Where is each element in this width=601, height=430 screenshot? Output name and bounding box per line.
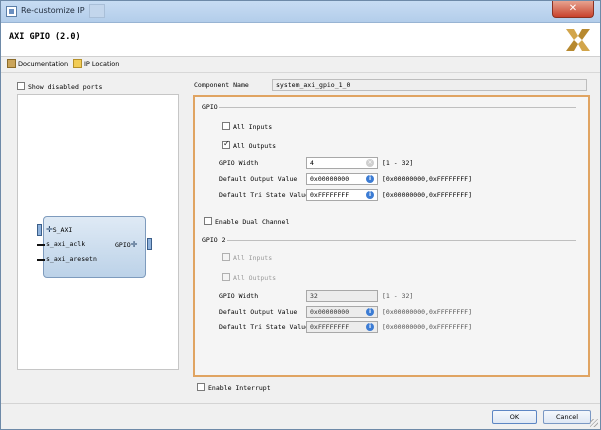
- gpio2-width-range: [1 - 32]: [382, 292, 414, 300]
- gpio-default-output-label: Default Output Value: [219, 175, 298, 183]
- port-gpio[interactable]: GPIO✛: [115, 240, 137, 249]
- resize-grip[interactable]: [590, 419, 598, 427]
- gpio2-all-inputs-checkbox[interactable]: All Inputs: [222, 253, 272, 262]
- gpio2-width-label: GPIO Width: [219, 292, 259, 300]
- component-name-field[interactable]: system_axi_gpio_1_0: [272, 79, 587, 91]
- checkbox-box[interactable]: [17, 82, 25, 90]
- gpio-width-label: GPIO Width: [219, 159, 259, 167]
- enable-dual-channel-checkbox[interactable]: Enable Dual Channel: [204, 217, 289, 226]
- gpio-default-output-input[interactable]: 0x00000000 i: [306, 173, 378, 185]
- ip-header: AXI GPIO (2.0): [1, 23, 600, 57]
- checkbox-box[interactable]: [222, 273, 230, 281]
- checkbox-box[interactable]: [197, 383, 205, 391]
- all-inputs-label: All Inputs: [233, 254, 273, 262]
- port-s-axi[interactable]: ✛S_AXI: [46, 225, 72, 234]
- gpio2-default-output-range: [0x00000000,0xFFFFFFFF]: [382, 308, 473, 316]
- enable-interrupt-label: Enable Interrupt: [208, 384, 271, 392]
- gpio-group-line: [219, 107, 576, 108]
- show-disabled-ports-checkbox[interactable]: Show disabled ports: [17, 82, 102, 91]
- all-outputs-label: All Outputs: [233, 142, 277, 150]
- all-inputs-label: All Inputs: [233, 123, 273, 131]
- folder-icon: [73, 59, 82, 68]
- gpio2-default-tri-label: Default Tri State Value: [219, 323, 310, 331]
- gpio-width-range: [1 - 32]: [382, 159, 414, 167]
- gpio-width-input[interactable]: 4 ×: [306, 157, 378, 169]
- clear-icon[interactable]: ×: [366, 159, 374, 167]
- s-axi-bus-connector[interactable]: [37, 224, 42, 236]
- book-icon: [7, 59, 16, 68]
- info-icon[interactable]: i: [366, 323, 374, 331]
- port-s-axi-aclk[interactable]: s_axi_aclk: [46, 240, 85, 248]
- checkbox-box[interactable]: [222, 139, 230, 149]
- documentation-label: Documentation: [18, 60, 69, 68]
- enable-dual-channel-label: Enable Dual Channel: [215, 218, 290, 226]
- documentation-menu[interactable]: Documentation: [7, 59, 68, 68]
- gpio2-default-output-input[interactable]: 0x00000000 i: [306, 306, 378, 318]
- ip-location-label: IP Location: [84, 60, 120, 68]
- window-title: Re-customize IP: [21, 6, 85, 15]
- checkbox-box[interactable]: [222, 122, 230, 130]
- checkbox-box[interactable]: [222, 253, 230, 261]
- expand-plus-icon[interactable]: ✛: [131, 240, 138, 249]
- gpio-default-tri-range: [0x00000000,0xFFFFFFFF]: [382, 191, 473, 199]
- enable-interrupt-checkbox[interactable]: Enable Interrupt: [197, 383, 271, 392]
- re-customize-ip-dialog: Re-customize IP ✕ AXI GPIO (2.0) Documen…: [0, 0, 601, 430]
- port-s-axi-aresetn[interactable]: s_axi_aresetn: [46, 255, 97, 263]
- all-outputs-label: All Outputs: [233, 274, 277, 282]
- title-bar[interactable]: Re-customize IP ✕: [1, 1, 600, 23]
- gpio-all-outputs-checkbox[interactable]: All Outputs: [222, 139, 277, 150]
- cancel-button[interactable]: Cancel: [543, 410, 591, 424]
- gpio2-default-tri-input[interactable]: 0xFFFFFFFF i: [306, 321, 378, 333]
- gpio-default-tri-input[interactable]: 0xFFFFFFFF i: [306, 189, 378, 201]
- aresetn-pin-line: [37, 259, 45, 261]
- app-icon: [6, 6, 17, 17]
- info-icon[interactable]: i: [366, 175, 374, 183]
- gpio-config-box: [193, 95, 590, 377]
- expand-plus-icon[interactable]: ✛: [46, 225, 53, 234]
- ok-button[interactable]: OK: [492, 410, 537, 424]
- gpio-bus-connector[interactable]: [147, 238, 152, 250]
- ip-location-menu[interactable]: IP Location: [73, 59, 119, 68]
- toolbar: Documentation IP Location: [1, 58, 600, 72]
- gpio2-width-input[interactable]: 32: [306, 290, 378, 302]
- bottom-divider: [1, 403, 600, 404]
- component-name-label: Component Name: [194, 81, 249, 89]
- gpio-default-output-range: [0x00000000,0xFFFFFFFF]: [382, 175, 473, 183]
- info-icon[interactable]: i: [366, 308, 374, 316]
- gpio2-all-outputs-checkbox[interactable]: All Outputs: [222, 273, 276, 282]
- gpio-group-title: GPIO: [202, 103, 218, 111]
- info-icon[interactable]: i: [366, 191, 374, 199]
- close-icon: ✕: [568, 3, 578, 14]
- gpio-default-tri-label: Default Tri State Value: [219, 191, 310, 199]
- close-button[interactable]: ✕: [552, 1, 594, 18]
- show-disabled-ports-label: Show disabled ports: [28, 83, 103, 91]
- checkbox-box[interactable]: [204, 217, 212, 225]
- toolbar-divider: [1, 72, 600, 73]
- aclk-pin-line: [37, 244, 45, 246]
- gpio2-group-title: GPIO 2: [202, 236, 226, 244]
- gpio-all-inputs-checkbox[interactable]: All Inputs: [222, 122, 272, 131]
- gpio2-default-tri-range: [0x00000000,0xFFFFFFFF]: [382, 323, 473, 331]
- xilinx-logo-icon: [566, 29, 590, 51]
- ip-title: AXI GPIO (2.0): [9, 32, 81, 42]
- titlebar-ghost-icon: [89, 4, 105, 18]
- gpio2-default-output-label: Default Output Value: [219, 308, 298, 316]
- gpio2-group-line: [227, 240, 576, 241]
